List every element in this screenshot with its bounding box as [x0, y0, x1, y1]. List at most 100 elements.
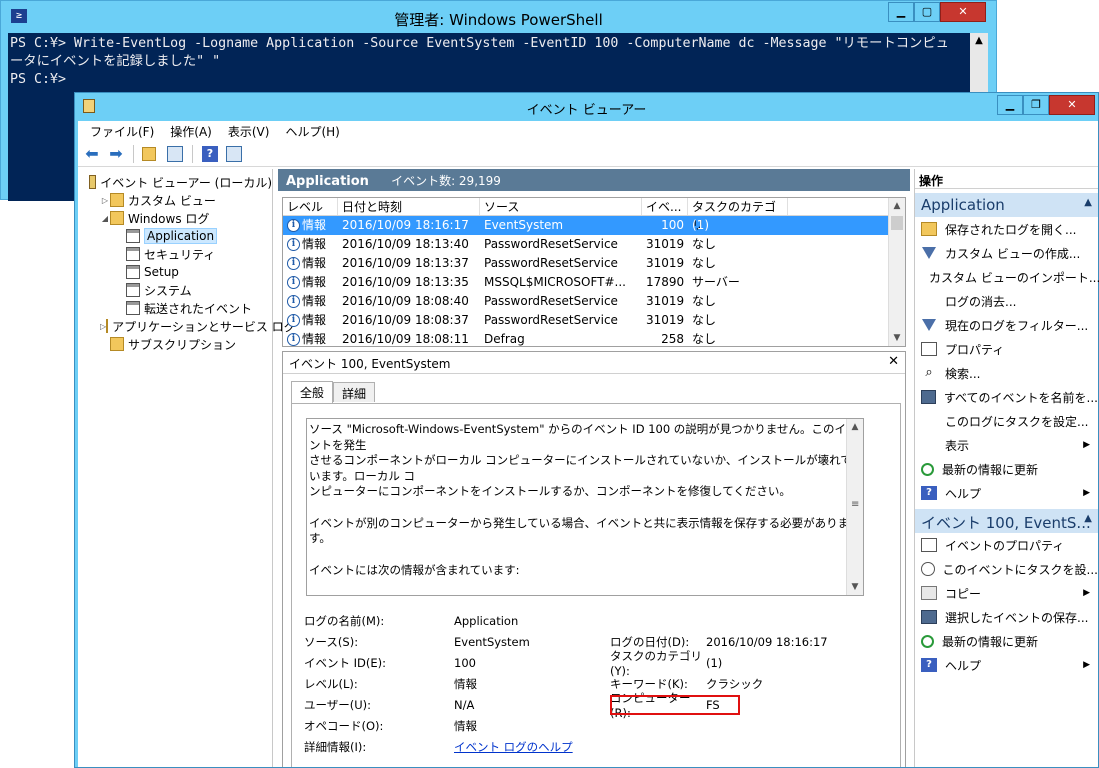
table-row[interactable]: i 情報 2016/10/09 18:16:17 EventSystem 100 (1) [283, 216, 905, 235]
column-header-eventid[interactable]: イベ... [642, 198, 688, 215]
tab-general[interactable]: 全般 [291, 381, 334, 403]
column-header-category[interactable]: タスクのカテゴリ [688, 198, 788, 232]
action-item[interactable]: ⌕ 検索... [915, 361, 1098, 385]
collapse-caret-icon[interactable]: ▲ [1084, 197, 1092, 208]
scroll-grip-icon[interactable]: ≡ [851, 497, 859, 513]
copy-icon [921, 586, 937, 600]
log-icon [126, 229, 140, 243]
blank-icon [921, 438, 937, 452]
back-arrow-icon[interactable]: ⬅ [82, 144, 102, 164]
blank-icon [921, 414, 937, 428]
action-item[interactable]: すべてのイベントを名前を... [915, 385, 1098, 409]
tree-node[interactable]: システム [78, 281, 272, 299]
info-icon: i [287, 295, 300, 308]
level-text: 情報 [302, 237, 327, 251]
tree-node[interactable]: Application [78, 227, 272, 245]
actions-section-header[interactable]: Application ▲ [915, 193, 1098, 217]
log-name-value: Application [454, 613, 519, 628]
user-label: ユーザー(U): [304, 697, 372, 712]
action-item[interactable]: ? ヘルプ ▶ [915, 653, 1098, 677]
minimize-button[interactable]: ▁ [997, 95, 1023, 115]
prop-row: レベル(L): 情報 キーワード(K): クラシック [304, 673, 904, 694]
action-item[interactable]: ログの消去... [915, 289, 1098, 313]
maximize-button[interactable]: ▢ [914, 2, 940, 22]
action-item[interactable]: 最新の情報に更新 [915, 629, 1098, 653]
eventviewer-title: イベント ビューアー [526, 103, 647, 118]
action-item[interactable]: 現在のログをフィルター... [915, 313, 1098, 337]
collapse-caret-icon[interactable]: ▲ [1084, 513, 1092, 524]
event-id-cell: 31019 [646, 294, 685, 308]
action-item[interactable]: カスタム ビューの作成... [915, 241, 1098, 265]
close-button[interactable]: ✕ [940, 2, 986, 22]
console-line: PS C:¥> [10, 72, 67, 87]
scroll-down-icon[interactable]: ▼ [889, 330, 905, 346]
console-line: PS C:¥> Write-EventLog -Logname Applicat… [10, 36, 949, 51]
expand-arrow-icon[interactable]: ▷ [100, 196, 110, 205]
event-count: イベント数: 29,199 [391, 174, 501, 188]
table-row[interactable]: i 情報 2016/10/09 18:08:40 PasswordResetServi… [283, 292, 905, 311]
scroll-up-icon[interactable]: ▲ [889, 198, 905, 214]
tree-node[interactable]: セキュリティ [78, 245, 272, 263]
maximize-button[interactable]: ❐ [1023, 95, 1049, 115]
action-item[interactable]: イベントのプロパティ [915, 533, 1098, 557]
menu-action[interactable]: 操作(A) [162, 121, 220, 141]
table-row[interactable]: i 情報 2016/10/09 18:08:37 PasswordResetServi… [283, 311, 905, 330]
action-item-label: ヘルプ [945, 486, 982, 501]
action-item[interactable]: ? ヘルプ ▶ [915, 481, 1098, 505]
tree-node[interactable]: サブスクリプション [78, 335, 272, 353]
tree-node[interactable]: ▷ アプリケーションとサービス ログ [78, 317, 296, 335]
category-cell: サーバー [692, 275, 740, 289]
tree-node[interactable]: ▷ カスタム ビュー [78, 191, 272, 209]
scroll-down-icon[interactable]: ▼ [847, 579, 863, 595]
action-item[interactable]: このログにタスクを設定... [915, 409, 1098, 433]
eventviewer-client: ファイル(F) 操作(A) 表示(V) ヘルプ(H) ⬅ ➡ ? イベント ビュ… [78, 121, 1099, 767]
table-row[interactable]: i 情報 2016/10/09 18:13:37 PasswordResetServi… [283, 254, 905, 273]
action-item[interactable]: コピー ▶ [915, 581, 1098, 605]
action-item[interactable]: プロパティ [915, 337, 1098, 361]
close-icon[interactable]: ✕ [888, 354, 899, 369]
close-button[interactable]: ✕ [1049, 95, 1095, 115]
find-icon: ⌕ [925, 365, 933, 380]
grid-scrollbar[interactable]: ▲ ▼ [888, 198, 905, 346]
forward-arrow-icon[interactable]: ➡ [106, 144, 126, 164]
scroll-up-icon[interactable]: ▲ [970, 33, 988, 49]
action-item[interactable]: カスタム ビューのインポート... [915, 265, 1099, 289]
show-hide-tree-icon[interactable] [165, 144, 185, 164]
actions-section-header[interactable]: イベント 100, EventS... ▲ [915, 509, 1098, 533]
tree-node[interactable]: 転送されたイベント [78, 299, 272, 317]
column-header-datetime[interactable]: 日付と時刻 [338, 198, 480, 215]
action-item[interactable]: 選択したイベントの保存... [915, 605, 1098, 629]
scroll-thumb[interactable] [891, 216, 903, 230]
scroll-up-icon[interactable]: ▲ [847, 419, 863, 435]
action-item[interactable]: 保存されたログを開く... [915, 217, 1098, 241]
tab-details[interactable]: 詳細 [333, 382, 376, 402]
column-header-source[interactable]: ソース [480, 198, 642, 215]
action-item[interactable]: 表示 ▶ [915, 433, 1098, 457]
action-item[interactable]: 最新の情報に更新 [915, 457, 1098, 481]
show-hide-action-pane-icon[interactable] [224, 144, 244, 164]
tree-node[interactable]: ◢ Windows ログ [78, 209, 272, 227]
column-header-level[interactable]: レベル [283, 198, 338, 215]
expand-arrow-icon[interactable]: ◢ [100, 214, 110, 223]
tree-node-label: カスタム ビュー [128, 193, 216, 208]
up-folder-icon[interactable] [141, 144, 161, 164]
menu-file[interactable]: ファイル(F) [82, 121, 162, 141]
event-log-help-link[interactable]: イベント ログのヘルプ [454, 739, 610, 755]
description-scrollbar[interactable]: ▲ ≡ ▼ [846, 419, 863, 595]
minimize-button[interactable]: ▁ [888, 2, 914, 22]
menu-view[interactable]: 表示(V) [220, 121, 278, 141]
table-row[interactable]: i 情報 2016/10/09 18:13:40 PasswordResetServi… [283, 235, 905, 254]
menu-help[interactable]: ヘルプ(H) [277, 121, 347, 141]
table-row[interactable]: i 情報 2016/10/09 18:08:11 Defrag 258 なし [283, 330, 905, 346]
event-description[interactable]: ソース "Microsoft-Windows-EventSystem" からのイ… [306, 418, 864, 596]
help-icon[interactable]: ? [200, 144, 220, 164]
tree-node[interactable]: Setup [78, 263, 272, 281]
source-cell: PasswordResetService [484, 256, 618, 270]
table-row[interactable]: i 情報 2016/10/09 18:13:35 MSSQL$MICROSOFT#..… [283, 273, 905, 292]
action-item[interactable]: このイベントにタスクを設... [915, 557, 1098, 581]
powershell-titlebar[interactable]: ≥ 管理者: Windows PowerShell ▁ ▢ ✕ [1, 1, 996, 33]
eventviewer-titlebar[interactable]: イベント ビューアー ▁ ❐ ✕ [75, 93, 1098, 121]
tree-node-label: Application [144, 228, 218, 244]
level-cell: i 情報 [283, 235, 338, 254]
tree-node[interactable]: イベント ビューアー (ローカル) [78, 173, 272, 191]
